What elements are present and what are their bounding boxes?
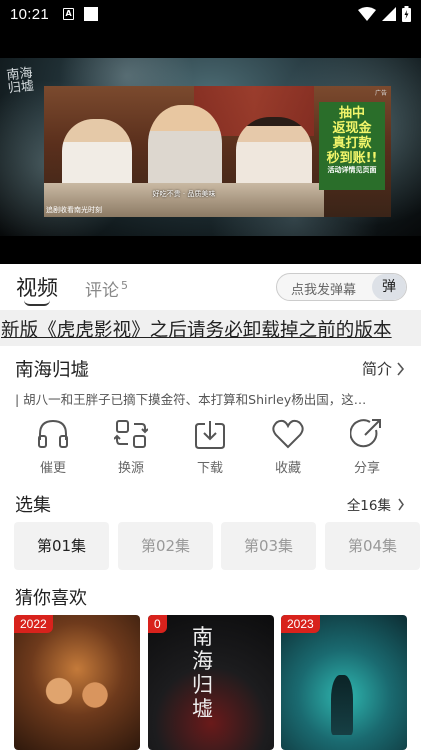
status-right-icons — [358, 6, 411, 22]
year-badge: 2022 — [14, 615, 53, 633]
active-tab-indicator — [24, 300, 50, 306]
recommend-card[interactable]: 南海归墟 0 — [148, 615, 274, 750]
wifi-icon — [358, 7, 376, 21]
heart-icon — [272, 419, 304, 449]
promo-small-text: 活动详情见页面 — [327, 166, 377, 174]
promo-line: 抽中 — [338, 106, 365, 121]
episodes-title: 选集 — [15, 495, 51, 516]
recommend-card[interactable]: 2023 — [281, 615, 407, 750]
share-icon — [350, 419, 381, 448]
danmu-input[interactable]: 点我发弹幕 弹 — [276, 273, 407, 301]
all-episodes-button[interactable]: 全16集 — [347, 494, 405, 514]
download-button[interactable]: 下载 — [180, 418, 240, 476]
chevron-right-icon — [397, 361, 405, 376]
ad-subtitle: 追剧收看南光时刻 — [46, 206, 102, 214]
recommend-title: 猜你喜欢 — [15, 588, 87, 609]
action-label: 收藏 — [274, 461, 301, 476]
video-player[interactable]: 南海归墟 好吃不贵 · 品质美味 追剧收看南光时刻 广告 抽中 返现金 真打款 … — [0, 58, 421, 236]
tab-comments[interactable]: 评论 5 — [85, 276, 128, 301]
notice-text[interactable]: 新版《虎虎影视》之后请务必卸载掉之前的版本 — [1, 316, 392, 342]
action-bar: 催更 换源 下载 收藏 分享 — [0, 418, 421, 482]
player-bottom-band — [0, 236, 421, 264]
sim-card-icon: A — [63, 8, 75, 20]
content-tabs: 视频 评论 5 点我发弹幕 弹 — [0, 264, 421, 310]
ad-tag: 广告 — [374, 90, 387, 97]
ad-person — [236, 117, 312, 191]
year-badge: 2023 — [281, 615, 320, 633]
video-ad[interactable]: 好吃不贵 · 品质美味 追剧收看南光时刻 广告 抽中 返现金 真打款 秒到账!!… — [44, 86, 391, 217]
status-time: 10:21 — [10, 5, 50, 23]
ad-promo[interactable]: 抽中 返现金 真打款 秒到账!! 活动详情见页面 — [319, 102, 385, 190]
ad-caption: 好吃不贵 · 品质美味 — [152, 190, 216, 198]
poster-title-art: 南海归墟 — [192, 625, 213, 721]
signal-icon — [382, 7, 396, 21]
all-episodes-label: 全16集 — [346, 498, 391, 514]
promo-line: 返现金 — [332, 121, 372, 136]
intro-button[interactable]: 简介 — [362, 358, 405, 379]
switch-source-button[interactable]: 换源 — [101, 418, 161, 476]
download-icon — [195, 421, 225, 449]
poster-calligraphy: 南海归墟 — [5, 65, 35, 97]
recommend-card[interactable]: 2022 — [14, 615, 140, 750]
year-badge: 0 — [148, 615, 167, 633]
action-label: 下载 — [196, 461, 223, 476]
show-description[interactable]: | 胡八一和王胖子已摘下摸金符、本打算和Shirley杨出国，这… — [15, 389, 405, 408]
headphones-icon — [38, 419, 68, 448]
notice-bar[interactable]: 新版《虎虎影视》之后请务必卸载掉之前的版本 — [0, 310, 421, 346]
episode-item[interactable]: 第03集 — [221, 522, 316, 570]
action-label: 催更 — [39, 461, 66, 476]
episode-item[interactable]: 第02集 — [118, 522, 213, 570]
favorite-button[interactable]: 收藏 — [258, 418, 318, 476]
chevron-right-icon — [398, 498, 404, 510]
comment-count: 5 — [121, 279, 128, 292]
action-label: 分享 — [353, 461, 380, 476]
show-title: 南海归墟 — [15, 360, 90, 381]
notification-icon — [84, 7, 99, 21]
swap-source-icon — [114, 420, 148, 448]
player-top-band — [0, 28, 421, 58]
episode-item[interactable]: 第04集 — [325, 522, 420, 570]
promo-line: 秒到账!! — [326, 151, 378, 166]
tab-comments-label: 评论 — [85, 281, 119, 301]
status-bar: 10:21 A — [0, 0, 421, 28]
danmu-placeholder: 点我发弹幕 — [291, 283, 357, 298]
ad-person — [62, 119, 132, 191]
danmu-toggle-button[interactable]: 弹 — [372, 274, 406, 300]
poster-art — [32, 659, 122, 739]
action-label: 换源 — [117, 461, 144, 476]
episode-item[interactable]: 第01集 — [14, 522, 109, 570]
urge-update-button[interactable]: 催更 — [23, 418, 83, 476]
ad-person — [148, 105, 222, 191]
poster-art — [331, 675, 353, 735]
promo-line: 真打款 — [332, 136, 372, 151]
intro-label: 简介 — [361, 360, 392, 378]
battery-icon — [402, 6, 411, 22]
tab-video[interactable]: 视频 — [16, 272, 58, 302]
share-button[interactable]: 分享 — [337, 418, 397, 476]
